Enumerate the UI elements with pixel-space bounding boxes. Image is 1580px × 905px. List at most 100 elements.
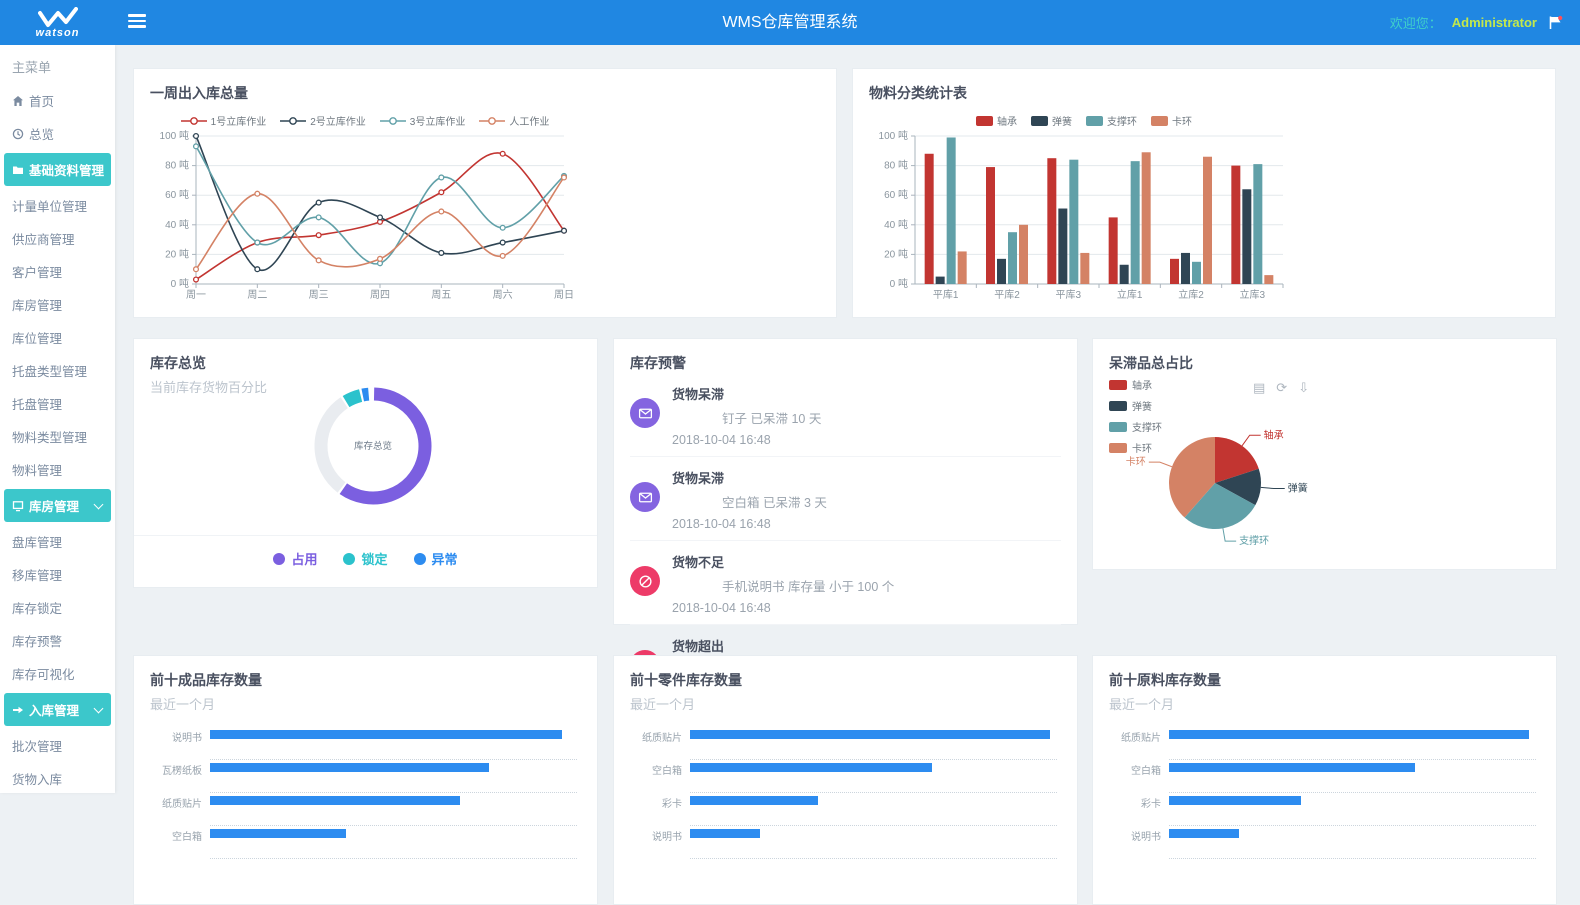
current-username[interactable]: Administrator: [1452, 15, 1537, 30]
hbar-value-bar[interactable]: [690, 763, 932, 772]
sidebar-item-6[interactable]: 库房管理: [0, 288, 115, 321]
alert-type: 货物不足: [672, 552, 1061, 571]
sidebar-item-11[interactable]: 物料管理: [0, 453, 115, 486]
sidebar-item-17[interactable]: 库存可视化: [0, 657, 115, 690]
weekly-io-title: 一周出入库总量: [150, 83, 820, 103]
alert-row: 货物呆滞空白箱 已呆滞 3 天2018-10-04 16:48: [630, 457, 1061, 541]
line-legend-marker-icon: [380, 116, 406, 126]
legend-item[interactable]: 1号立库作业: [181, 113, 267, 128]
legend-item[interactable]: 人工作业: [479, 113, 549, 128]
hbar-value-bar[interactable]: [1169, 829, 1239, 838]
chevron-down-icon: [94, 703, 104, 713]
sidebar-item-16[interactable]: 库存预警: [0, 624, 115, 657]
hbar-value-bar[interactable]: [1169, 730, 1529, 739]
hbar-track: [1169, 727, 1536, 760]
legend-label: 3号立库作业: [410, 113, 466, 128]
sidebar-item-18[interactable]: 入库管理: [4, 693, 111, 726]
hbar-value-bar[interactable]: [210, 796, 460, 805]
hbar-category-label: 说明书: [630, 828, 690, 843]
svg-text:周日: 周日: [554, 289, 574, 301]
material-category-card: 物料分类统计表 轴承弹簧支撑环卡环 0 吨20 吨40 吨60 吨80 吨100…: [852, 68, 1556, 318]
sidebar-item-20[interactable]: 货物入库: [0, 762, 115, 793]
donut-legend-item[interactable]: 异常: [414, 549, 458, 568]
sidebar-item-label: 托盘管理: [12, 394, 62, 413]
hbar-value-bar[interactable]: [210, 730, 562, 739]
hbar-category-label: 瓦楞纸板: [150, 762, 210, 777]
sidebar-item-13[interactable]: 盘库管理: [0, 525, 115, 558]
sidebar-item-label: 盘库管理: [12, 532, 62, 551]
home-icon: [12, 95, 24, 107]
hbar-row: 彩卡: [630, 793, 1061, 826]
legend-label: 1号立库作业: [211, 113, 267, 128]
hbar-row: 空白箱: [630, 760, 1061, 793]
alert-timestamp: 2018-10-04 16:48: [672, 517, 1061, 531]
alert-description: 手机说明书 库存量 小于 100 个: [672, 576, 1061, 595]
sidebar-item-19[interactable]: 批次管理: [0, 729, 115, 762]
sidebar-item-14[interactable]: 移库管理: [0, 558, 115, 591]
sidebar-section-label: 主菜单: [0, 45, 115, 84]
legend-label: 2号立库作业: [310, 113, 366, 128]
svg-text:库存总览: 库存总览: [354, 440, 392, 452]
sidebar-item-label: 计量单位管理: [12, 196, 87, 215]
hbar-value-bar[interactable]: [1169, 763, 1415, 772]
sidebar-item-9[interactable]: 托盘管理: [0, 387, 115, 420]
legend-item[interactable]: 卡环: [1151, 113, 1192, 128]
hbar-row: 瓦楞纸板: [150, 760, 581, 793]
legend-item[interactable]: 支撑环: [1086, 113, 1137, 128]
hbar-value-bar[interactable]: [690, 730, 1050, 739]
sidebar-item-10[interactable]: 物料类型管理: [0, 420, 115, 453]
svg-text:20 吨: 20 吨: [884, 247, 908, 260]
svg-text:平库3: 平库3: [1056, 288, 1082, 301]
donut-legend-item[interactable]: 占用: [273, 549, 317, 568]
weekly-io-line-chart: 0 吨20 吨40 吨60 吨80 吨100 吨周一周二周三周四周五周六周日: [150, 128, 820, 311]
legend-item[interactable]: 弹簧: [1031, 113, 1072, 128]
sidebar-item-label: 库房管理: [29, 496, 79, 515]
sidebar-item-7[interactable]: 库位管理: [0, 321, 115, 354]
sidebar-item-1[interactable]: 总览: [0, 117, 115, 150]
sidebar-item-label: 批次管理: [12, 736, 62, 755]
hbar-track: [690, 826, 1057, 859]
hbar-value-bar[interactable]: [1169, 796, 1301, 805]
sidebar-item-label: 移库管理: [12, 565, 62, 584]
hbar-value-bar[interactable]: [210, 763, 489, 772]
legend-item[interactable]: 轴承: [976, 113, 1017, 128]
hbar-track: [210, 760, 577, 793]
sidebar-item-2[interactable]: 基础资料管理: [4, 153, 111, 186]
material-category-title: 物料分类统计表: [869, 83, 1539, 103]
alert-type: 货物呆滞: [672, 384, 1061, 403]
alert-timestamp: 2018-10-04 16:48: [672, 601, 1061, 615]
legend-label: 占用: [291, 549, 317, 568]
welcome-label: 欢迎您：: [1390, 13, 1442, 32]
hbar-track: [690, 760, 1057, 793]
hbar-category-label: 纸质贴片: [630, 729, 690, 744]
hbar-value-bar[interactable]: [690, 796, 818, 805]
svg-text:80 吨: 80 吨: [165, 159, 189, 172]
sidebar-item-0[interactable]: 首页: [0, 84, 115, 117]
sidebar-item-label: 物料类型管理: [12, 427, 87, 446]
hbar-track: [210, 727, 577, 760]
hbar-value-bar[interactable]: [210, 829, 346, 838]
hbar-track: [690, 793, 1057, 826]
hbar-value-bar[interactable]: [690, 829, 760, 838]
hbar-category-label: 纸质贴片: [150, 795, 210, 810]
hbar-track: [690, 727, 1057, 760]
svg-text:周二: 周二: [247, 289, 267, 301]
flag-notification-icon[interactable]: [1547, 14, 1564, 31]
legend-item[interactable]: 2号立库作业: [280, 113, 366, 128]
sidebar-item-15[interactable]: 库存锁定: [0, 591, 115, 624]
inventory-overview-card: 库存总览 当前库存货物百分比 库存总览 占用锁定异常: [133, 338, 598, 588]
sidebar-item-12[interactable]: 库房管理: [4, 489, 111, 522]
donut-chart-canvas: 库存总览: [298, 371, 448, 521]
pie-chart-canvas: 轴承弹簧支撑环卡环: [1097, 391, 1427, 563]
donut-legend-item[interactable]: 锁定: [343, 549, 387, 568]
sidebar-item-4[interactable]: 供应商管理: [0, 222, 115, 255]
legend-item[interactable]: 3号立库作业: [380, 113, 466, 128]
sidebar-nav: 主菜单 首页总览基础资料管理计量单位管理供应商管理客户管理库房管理库位管理托盘类…: [0, 45, 115, 793]
sidebar-item-label: 库存预警: [12, 631, 62, 650]
inventory-overview-title: 库存总览: [150, 353, 581, 373]
sidebar-item-3[interactable]: 计量单位管理: [0, 189, 115, 222]
hbar-row: 说明书: [630, 826, 1061, 859]
pie-legend-item[interactable]: 轴承: [1109, 377, 1162, 392]
sidebar-item-8[interactable]: 托盘类型管理: [0, 354, 115, 387]
sidebar-item-5[interactable]: 客户管理: [0, 255, 115, 288]
